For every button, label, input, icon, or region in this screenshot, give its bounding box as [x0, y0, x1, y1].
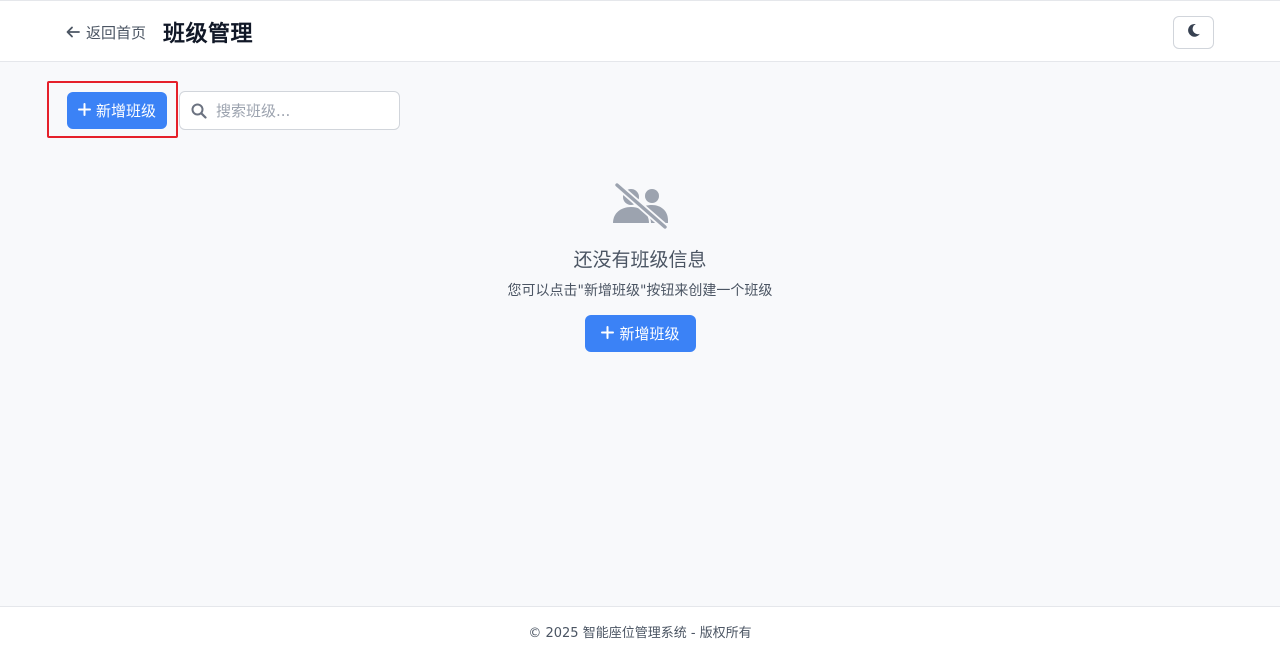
add-class-empty-button[interactable]: 新增班级	[585, 315, 696, 352]
top-header: 返回首页 班级管理	[0, 0, 1280, 62]
add-class-label: 新增班级	[95, 102, 156, 120]
search-input[interactable]	[216, 98, 392, 124]
empty-state-title: 还没有班级信息	[573, 249, 707, 271]
search-icon	[191, 103, 207, 123]
arrow-left-icon	[66, 25, 80, 39]
page-title: 班级管理	[163, 22, 254, 47]
users-slash-icon	[611, 181, 669, 235]
search-box	[179, 91, 400, 130]
footer: © 2025 智能座位管理系统 - 版权所有	[0, 606, 1280, 656]
add-class-button[interactable]: 新增班级	[67, 92, 167, 129]
plus-icon	[77, 102, 91, 120]
plus-icon	[601, 325, 615, 343]
empty-state-description: 您可以点击"新增班级"按钮来创建一个班级	[507, 283, 773, 299]
moon-icon	[1186, 23, 1201, 42]
toolbar: 新增班级	[0, 62, 1280, 142]
copyright-text: © 2025 智能座位管理系统 - 版权所有	[528, 626, 752, 641]
back-home-label: 返回首页	[86, 23, 147, 42]
theme-toggle-button[interactable]	[1173, 16, 1214, 49]
add-class-empty-label: 新增班级	[619, 325, 680, 343]
back-home-link[interactable]: 返回首页	[66, 21, 146, 43]
